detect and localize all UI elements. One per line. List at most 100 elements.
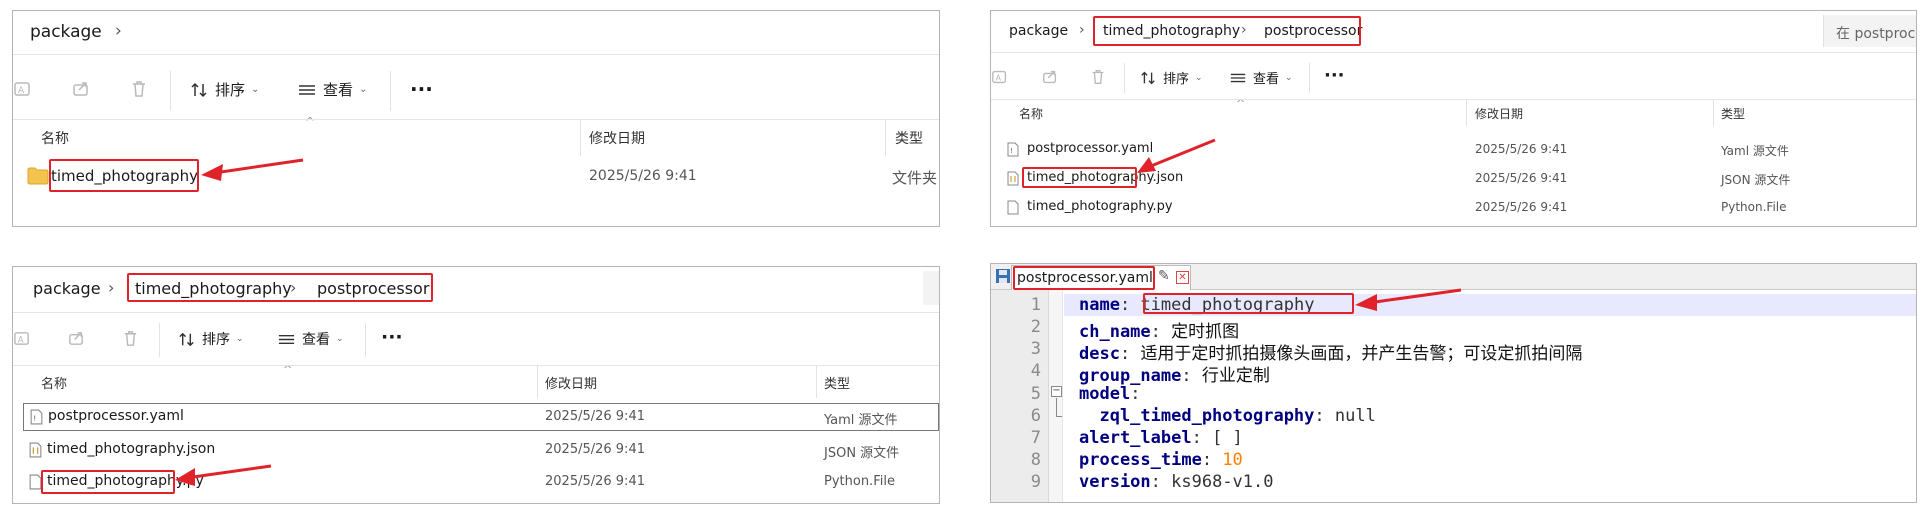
folder-icon [27, 167, 49, 185]
sort-label: 排序 [215, 81, 246, 99]
fold-toggle-icon[interactable]: − [1051, 386, 1062, 397]
yaml-key: group_name [1079, 366, 1182, 386]
list-item[interactable]: timed_photography.json 2025/5/26 9:41 JS… [13, 437, 939, 463]
command-bar: A 排序 ⌄ 查看 ⌄ ··· [13, 321, 939, 359]
highlight-box [41, 470, 175, 494]
rename-icon[interactable]: A [13, 79, 33, 99]
delete-icon[interactable] [129, 79, 149, 99]
sort-button[interactable]: 排序 ⌄ [1139, 68, 1203, 87]
yaml-colon: : [1314, 406, 1335, 426]
highlight-box [1093, 16, 1361, 46]
yaml-colon: : [1191, 428, 1213, 448]
more-options-button[interactable]: ··· [1324, 65, 1345, 86]
file-type: Python.File [1721, 200, 1787, 214]
file-type: JSON 源文件 [1721, 173, 1791, 187]
column-name[interactable]: 名称 [41, 128, 69, 148]
code-line[interactable]: version: ks968-v1.0 [1079, 472, 1274, 492]
search-placeholder: 在 postproce [1836, 26, 1917, 42]
breadcrumb-chevron-icon[interactable]: › [108, 278, 114, 297]
yaml-colon: : [1150, 472, 1172, 492]
fold-line-end [1056, 416, 1062, 417]
yaml-colon: : [1119, 295, 1141, 315]
highlight-box [1013, 266, 1155, 290]
delete-icon[interactable] [121, 329, 140, 348]
svg-text:!: ! [1010, 147, 1013, 155]
code-line[interactable]: zql_timed_photography: null [1079, 406, 1375, 426]
breadcrumb-package[interactable]: package [33, 279, 101, 298]
sort-icon [179, 332, 194, 346]
yaml-colon: : [1130, 384, 1141, 404]
column-date[interactable]: 修改日期 [589, 128, 645, 148]
delete-icon[interactable] [1089, 68, 1107, 86]
close-icon[interactable]: ✕ [1176, 271, 1189, 284]
view-label: 查看 [1253, 72, 1280, 87]
yaml-key: name [1079, 295, 1120, 315]
code-line[interactable]: model: [1079, 384, 1140, 404]
yaml-value: 行业定制 [1201, 366, 1270, 386]
column-name[interactable]: 名称 [1019, 105, 1043, 122]
breadcrumb-package[interactable]: package [1009, 23, 1068, 39]
line-number: 7 [1030, 428, 1041, 448]
file-type: JSON 源文件 [824, 446, 900, 461]
file-date: 2025/5/26 9:41 [1475, 142, 1568, 156]
column-type[interactable]: 类型 [1721, 105, 1745, 122]
sort-button[interactable]: 排序 ⌄ [189, 79, 259, 100]
line-number: 3 [1030, 339, 1041, 359]
yaml-file-icon: ! [30, 409, 43, 425]
python-file-icon [1007, 200, 1019, 215]
search-box[interactable] [923, 271, 939, 305]
annotation-arrow-icon [201, 158, 304, 181]
share-icon[interactable] [67, 329, 86, 348]
view-icon [1230, 73, 1246, 82]
explorer-window-postprocessor-top: package › timed_photography › postproces… [990, 10, 1917, 227]
column-header: 名称 修改日期 类型 [13, 365, 939, 398]
annotation-arrow-icon [1355, 288, 1462, 311]
code-line[interactable]: group_name: 行业定制 [1079, 361, 1270, 386]
yaml-key: model [1079, 384, 1131, 404]
column-date[interactable]: 修改日期 [545, 373, 597, 392]
view-icon [299, 84, 315, 95]
list-item[interactable]: ! postprocessor.yaml 2025/5/26 9:41 Yaml… [23, 403, 939, 431]
breadcrumb-chevron-icon[interactable]: › [115, 21, 122, 41]
view-label: 查看 [302, 332, 330, 348]
yaml-key: version [1079, 472, 1151, 492]
yaml-file-icon: ! [1007, 142, 1019, 157]
yaml-key: alert_label [1079, 428, 1192, 448]
code-line[interactable]: process_time: 10 [1079, 450, 1243, 470]
file-date: 2025/5/26 9:41 [589, 168, 697, 184]
svg-text:!: ! [33, 414, 36, 423]
column-header: 名称 修改日期 类型 [991, 99, 1916, 126]
search-box[interactable]: 在 postproce [1823, 15, 1917, 47]
share-icon[interactable] [71, 79, 91, 99]
view-button[interactable]: 查看 ⌄ [297, 79, 367, 100]
svg-text:A: A [18, 335, 24, 345]
breadcrumb-package[interactable]: package [30, 22, 102, 42]
list-item[interactable]: ! postprocessor.yaml 2025/5/26 9:41 Yaml… [991, 139, 1916, 161]
more-options-button[interactable]: ··· [410, 77, 433, 101]
column-type[interactable]: 类型 [824, 373, 850, 392]
file-name: postprocessor.yaml [48, 408, 184, 424]
list-item[interactable]: timed_photography.py 2025/5/26 9:41 Pyth… [991, 197, 1916, 219]
file-date: 2025/5/26 9:41 [545, 474, 645, 489]
view-button[interactable]: 查看 ⌄ [277, 329, 344, 349]
column-name[interactable]: 名称 [41, 373, 67, 392]
breadcrumb-chevron-icon[interactable]: › [1079, 22, 1085, 38]
code-line[interactable]: alert_label: [ ] [1079, 428, 1243, 448]
sort-label: 排序 [202, 332, 230, 348]
rename-icon[interactable]: A [991, 68, 1009, 86]
column-type[interactable]: 类型 [895, 128, 923, 148]
more-options-button[interactable]: ··· [381, 326, 403, 348]
pin-icon[interactable]: ✎ [1158, 268, 1170, 284]
sort-button[interactable]: 排序 ⌄ [177, 329, 244, 349]
command-bar: A 排序 ⌄ 查看 ⌄ ··· [991, 61, 1916, 95]
rename-icon[interactable]: A [13, 329, 32, 348]
column-date[interactable]: 修改日期 [1475, 105, 1523, 122]
highlight-box [49, 159, 199, 192]
sort-label: 排序 [1163, 72, 1190, 87]
editor-window: postprocessor.yaml ✎ ✕ 1 2 3 4 5 6 7 8 9… [990, 263, 1917, 503]
yaml-key: zql_timed_photography [1079, 406, 1315, 426]
share-icon[interactable] [1041, 68, 1059, 86]
save-icon[interactable] [995, 268, 1011, 284]
address-bar[interactable]: package › [13, 11, 939, 55]
view-button[interactable]: 查看 ⌄ [1229, 68, 1293, 87]
